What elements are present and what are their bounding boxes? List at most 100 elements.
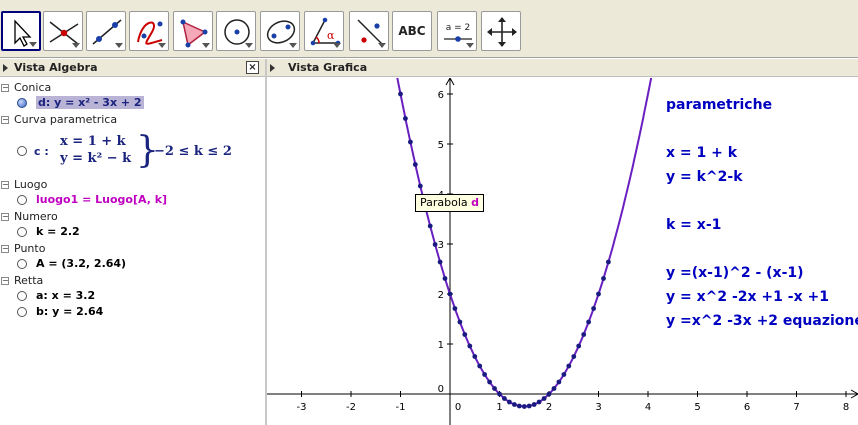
object-k[interactable]: k = 2.2 — [36, 225, 80, 238]
object-b[interactable]: b: y = 2.64 — [36, 305, 103, 318]
curve-tool-button[interactable] — [129, 11, 169, 51]
category-punto: Punto — [14, 242, 46, 255]
locus-point — [412, 162, 418, 167]
dropdown-arrow-icon[interactable] — [466, 43, 474, 48]
collapse-toggle[interactable]: − — [1, 277, 9, 285]
pointer-arrow-icon — [14, 19, 32, 47]
y-tick-label: 0 — [438, 384, 444, 395]
x-tick-label: 4 — [645, 402, 651, 413]
dropdown-arrow-icon[interactable] — [72, 43, 80, 48]
object-c[interactable]: c : x = 1 + k y = k² − k } −2 ≤ k ≤ 2 — [34, 131, 254, 171]
locus-point — [526, 403, 532, 409]
locus-point — [566, 363, 572, 369]
dropdown-arrow-icon[interactable] — [158, 43, 166, 48]
visibility-toggle-a[interactable] — [17, 291, 27, 301]
locus-point — [536, 399, 542, 405]
svg-text:α: α — [327, 29, 335, 42]
y-tick-label: 2 — [438, 290, 444, 301]
locus-point — [591, 306, 596, 311]
plot-canvas[interactable]: -3-2-10123456780123456 — [267, 78, 858, 425]
x-tick-label: 3 — [595, 402, 601, 413]
move-tool-button[interactable] — [1, 11, 41, 51]
graphics-view-title: Vista Grafica — [288, 61, 368, 74]
locus-point — [571, 354, 577, 359]
x-tick-label: -3 — [297, 402, 307, 413]
locus-point — [417, 183, 423, 189]
x-tick-label: 8 — [843, 402, 849, 413]
category-conica: Conica — [14, 81, 52, 94]
object-d[interactable]: d: y = x² - 3x + 2 — [36, 96, 144, 109]
algebra-view: − Conica d: y = x² - 3x + 2 − Curva para… — [0, 78, 265, 425]
y-tick-label: 3 — [438, 240, 444, 251]
dropdown-arrow-icon[interactable] — [333, 43, 341, 48]
dropdown-arrow-icon[interactable] — [378, 43, 386, 48]
x-tick-label: -1 — [396, 402, 406, 413]
move-view-tool-button[interactable] — [481, 11, 521, 51]
y-tick-label: 6 — [438, 90, 444, 101]
polygon-tool-button[interactable] — [173, 11, 213, 51]
curve-equation-y: y = k² − k — [60, 151, 132, 166]
locus-point — [497, 391, 502, 397]
object-luogo1[interactable]: luogo1 = Luogo[A, k] — [36, 193, 167, 206]
text-tool-button[interactable]: ABC — [392, 11, 432, 51]
locus-point — [398, 91, 403, 97]
visibility-toggle-d[interactable] — [17, 98, 27, 108]
locus-point — [408, 139, 413, 145]
circle-tool-button[interactable] — [216, 11, 256, 51]
x-tick-label: 0 — [455, 402, 461, 413]
curve-label: c : — [34, 145, 49, 158]
visibility-toggle-A[interactable] — [17, 259, 27, 269]
locus-point — [541, 396, 547, 401]
angle-tool-button[interactable]: α — [304, 11, 344, 51]
graphics-view[interactable]: -3-2-10123456780123456 Parabola d parame… — [267, 78, 858, 425]
locus-point — [442, 276, 448, 281]
dropdown-arrow-icon[interactable] — [289, 43, 297, 48]
graphics-view-titlebar: Vista Grafica — [267, 59, 858, 77]
object-A[interactable]: A = (3.2, 2.64) — [36, 257, 126, 270]
collapse-icon[interactable] — [3, 64, 8, 72]
algebra-view-title: Vista Algebra — [14, 61, 98, 74]
tooltip: Parabola d — [415, 194, 485, 212]
visibility-toggle-c[interactable] — [17, 146, 27, 156]
visibility-toggle-b[interactable] — [17, 307, 27, 317]
collapse-toggle[interactable]: − — [1, 213, 9, 221]
collapse-toggle[interactable]: − — [1, 116, 9, 124]
text-tool-label: ABC — [398, 24, 426, 38]
collapse-toggle[interactable]: − — [1, 181, 9, 189]
locus-point — [502, 396, 507, 401]
x-tick-label: 2 — [546, 402, 552, 413]
close-icon[interactable]: × — [246, 61, 259, 74]
locus-point — [561, 372, 567, 377]
locus-point — [462, 332, 468, 337]
locus-point — [606, 259, 611, 265]
x-tick-label: 5 — [694, 402, 700, 413]
dropdown-arrow-icon[interactable] — [202, 43, 210, 48]
locus-point — [586, 319, 591, 325]
visibility-toggle-luogo1[interactable] — [17, 195, 27, 205]
category-retta: Retta — [14, 274, 44, 287]
collapse-icon[interactable] — [270, 64, 275, 72]
y-tick-label: 1 — [438, 340, 444, 351]
locus-point — [551, 386, 557, 391]
collapse-toggle[interactable]: − — [1, 84, 9, 92]
dropdown-arrow-icon[interactable] — [115, 43, 123, 48]
note-line: y = k^2-k — [666, 169, 743, 185]
conic-tool-button[interactable] — [260, 11, 300, 51]
collapse-toggle[interactable]: − — [1, 245, 9, 253]
point-tool-button[interactable] — [43, 11, 83, 51]
locus-point — [403, 116, 408, 121]
locus-point — [447, 291, 453, 297]
line-tool-button[interactable] — [86, 11, 126, 51]
locus-point — [487, 379, 492, 385]
visibility-toggle-k[interactable] — [17, 227, 27, 237]
note-line: x = 1 + k — [666, 145, 738, 161]
object-a[interactable]: a: x = 3.2 — [36, 289, 95, 302]
slider-tool-button[interactable]: a = 2 — [437, 11, 477, 51]
dropdown-arrow-icon[interactable] — [245, 43, 253, 48]
svg-text:a = 2: a = 2 — [446, 23, 471, 33]
locus-point — [482, 372, 487, 377]
reflect-tool-button[interactable] — [349, 11, 389, 51]
locus-point — [581, 332, 587, 337]
dropdown-arrow-icon[interactable] — [29, 42, 37, 47]
toolbar: α ABC a = 2 — [0, 0, 858, 58]
